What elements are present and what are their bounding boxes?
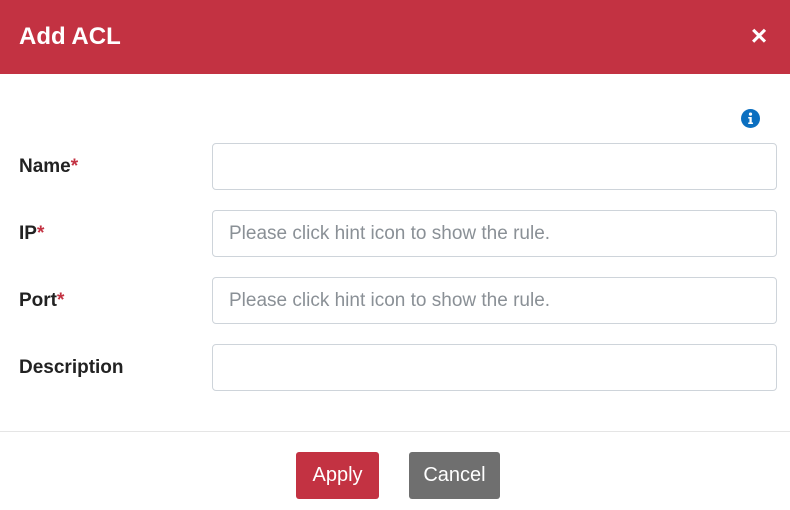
- description-label-text: Description: [19, 357, 124, 378]
- footer-divider: [0, 431, 790, 432]
- name-input[interactable]: [212, 143, 777, 190]
- ip-label-text: IP: [19, 223, 37, 244]
- dialog-title: Add ACL: [19, 23, 121, 50]
- cancel-button[interactable]: Cancel: [409, 452, 500, 499]
- required-mark: *: [36, 223, 45, 244]
- port-label-text: Port: [19, 290, 57, 311]
- required-mark: *: [57, 290, 65, 311]
- name-label: Name*: [19, 155, 78, 179]
- ip-input[interactable]: [212, 210, 777, 257]
- port-input[interactable]: [212, 277, 777, 324]
- description-input[interactable]: [212, 344, 777, 391]
- close-icon[interactable]: ×: [745, 22, 773, 50]
- description-label: Description: [19, 356, 124, 380]
- apply-button[interactable]: Apply: [296, 452, 379, 499]
- name-label-text: Name: [19, 156, 71, 177]
- add-acl-dialog: Add ACL × Name* IP* Port* Description Ap…: [0, 0, 790, 510]
- required-mark: *: [70, 156, 79, 177]
- port-label: Port*: [19, 289, 64, 313]
- ip-label: IP*: [19, 222, 44, 246]
- info-icon[interactable]: [741, 109, 760, 128]
- dialog-header: Add ACL ×: [0, 0, 790, 74]
